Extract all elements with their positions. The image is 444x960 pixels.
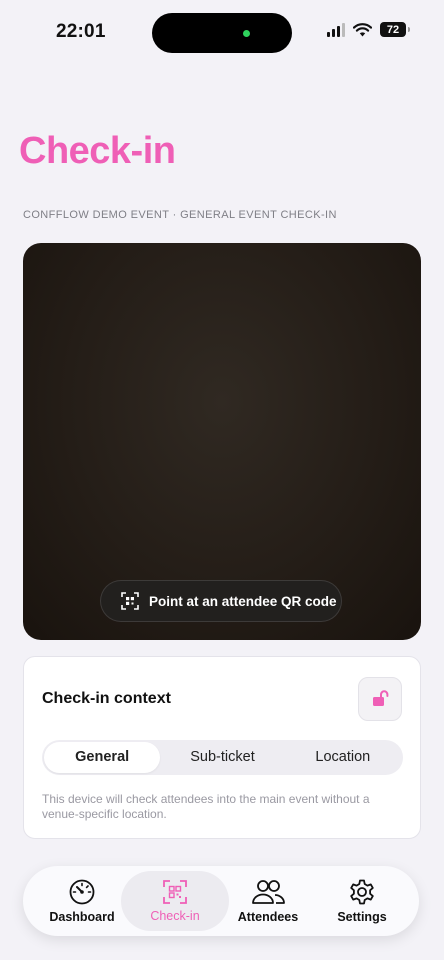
scan-hint-pill: Point at an attendee QR code [100,580,342,622]
people-icon [252,880,285,904]
status-time: 22:01 [56,21,106,42]
context-lock-button[interactable] [358,677,402,721]
unlock-icon [373,690,389,706]
cellular-signal-icon [327,22,345,37]
tab-settings[interactable]: Settings [315,866,409,936]
context-segmented-control: General Sub-ticket Location [42,740,403,775]
qr-scanner-view[interactable]: Point at an attendee QR code [23,243,421,640]
tab-label-settings: Settings [337,910,387,924]
segment-general[interactable]: General [44,742,161,773]
tab-dashboard[interactable]: Dashboard [35,866,129,936]
page-title: Check-in [19,130,176,172]
wifi-icon [353,22,372,36]
status-icons: 72 [327,22,410,37]
tab-label-attendees: Attendees [237,910,299,924]
event-subtitle: CONFFLOW DEMO EVENT · GENERAL EVENT CHEC… [23,209,337,221]
tab-bar: Dashboard Check-in Attendees Settings [23,866,419,936]
tab-check-in[interactable]: Check-in [121,871,229,931]
check-in-context-card: Check-in context General Sub-ticket Loca… [23,656,421,839]
status-bar: 22:01 72 [0,0,444,64]
scan-hint-text: Point at an attendee QR code [149,593,337,609]
segment-sub-ticket[interactable]: Sub-ticket [164,742,280,773]
battery-icon: 72 [380,22,410,37]
tab-label-dashboard: Dashboard [49,910,115,924]
gear-icon [350,879,374,905]
context-description: This device will check attendees into th… [42,792,370,821]
context-card-title: Check-in context [42,690,171,707]
tab-attendees[interactable]: Attendees [221,866,315,936]
segment-location[interactable]: Location [285,742,401,773]
gauge-icon [69,879,95,905]
qr-scan-icon [121,592,139,610]
tab-label-check-in: Check-in [150,909,200,923]
qr-scan-icon [163,880,187,904]
camera-indicator-dot [243,30,250,37]
dynamic-island [152,13,292,53]
